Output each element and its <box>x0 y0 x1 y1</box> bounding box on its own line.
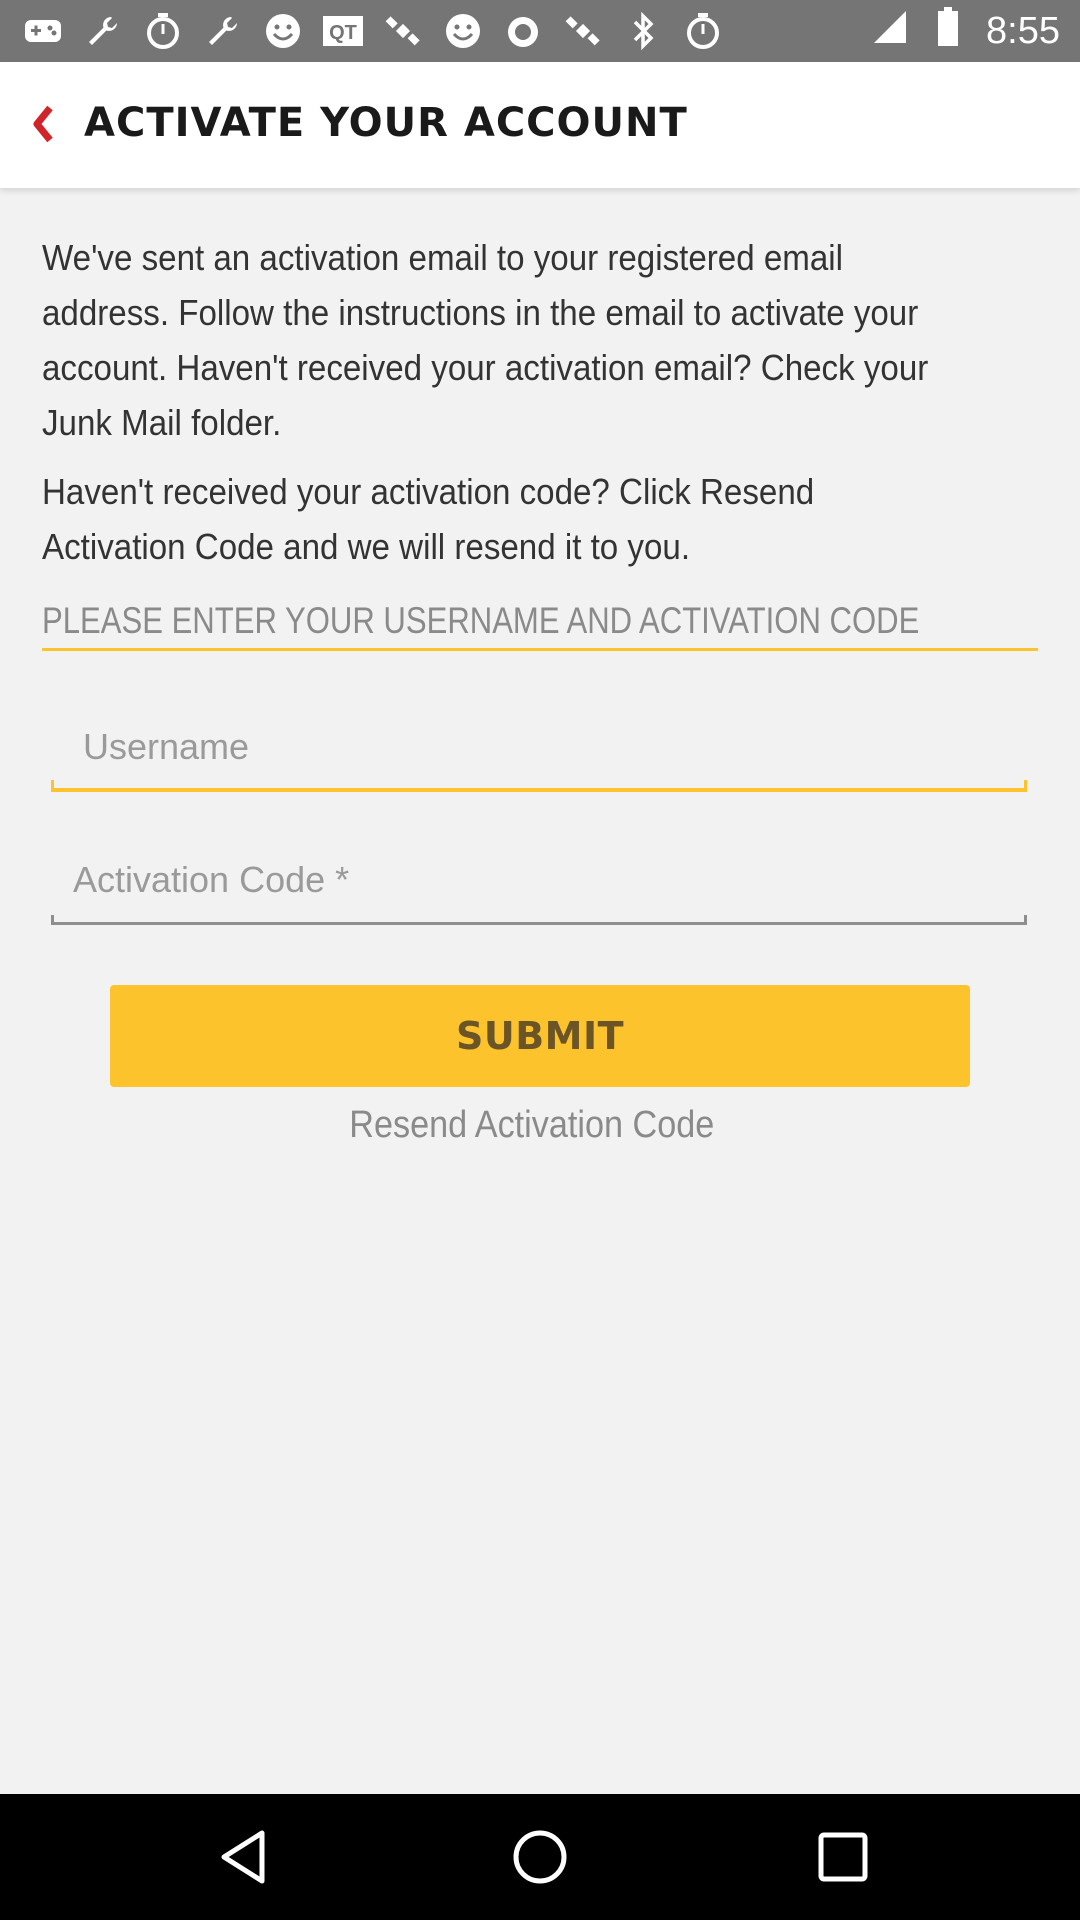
activation-email-instructions: We've sent an activation email to your r… <box>42 237 929 443</box>
nav-home-button[interactable] <box>507 1824 573 1890</box>
stopwatch-icon <box>682 10 724 52</box>
satellite-icon <box>562 10 604 52</box>
status-bar: QT 8:55 <box>0 0 1080 62</box>
clock: 8:55 <box>986 9 1060 52</box>
back-button[interactable] <box>18 92 68 156</box>
recents-square-icon <box>818 1832 868 1882</box>
wrench-icon <box>82 10 124 52</box>
nav-recents-button[interactable] <box>810 1824 876 1890</box>
bluetooth-icon <box>622 10 664 52</box>
qt-icon: QT <box>322 10 364 52</box>
resend-activation-code-link[interactable]: Resend Activation Code <box>0 1104 1064 1147</box>
gamepad-icon <box>22 10 64 52</box>
username-field[interactable] <box>51 712 1027 792</box>
nav-back-button[interactable] <box>210 1824 276 1890</box>
activation-code-underline <box>51 922 1027 925</box>
app-bar: ACTIVATE YOUR ACCOUNT <box>0 62 1080 188</box>
home-circle-icon <box>513 1830 567 1884</box>
qt-icon-label: QT <box>329 22 357 44</box>
section-header-label: PLEASE ENTER YOUR USERNAME AND ACTIVATIO… <box>42 600 920 641</box>
satellite-icon <box>382 10 424 52</box>
battery-icon <box>928 7 968 55</box>
page-title: ACTIVATE YOUR ACCOUNT <box>84 100 688 146</box>
wrench-icon <box>202 10 244 52</box>
username-underline <box>51 788 1027 792</box>
stopwatch-icon <box>502 10 544 52</box>
activation-code-input[interactable] <box>51 845 1027 915</box>
username-input[interactable] <box>51 712 1027 782</box>
submit-label: SUBMIT <box>455 1014 625 1058</box>
status-indicators: 8:55 <box>870 7 1060 55</box>
notification-icons: QT <box>22 10 724 52</box>
smiley-icon <box>262 10 304 52</box>
section-header: PLEASE ENTER YOUR USERNAME AND ACTIVATIO… <box>42 596 1038 651</box>
navigation-bar <box>0 1794 1080 1920</box>
resend-label: Resend Activation Code <box>349 1104 715 1146</box>
stopwatch-icon <box>142 10 184 52</box>
resend-code-instructions: Haven't received your activation code? C… <box>42 471 815 567</box>
signal-icon <box>870 9 910 53</box>
back-triangle-icon <box>221 1830 265 1884</box>
submit-button[interactable]: SUBMIT <box>110 985 970 1087</box>
instructions: We've sent an activation email to your r… <box>42 230 1038 574</box>
smiley-icon <box>442 10 484 52</box>
activation-code-field[interactable] <box>51 845 1027 925</box>
chevron-left-icon <box>33 105 53 143</box>
